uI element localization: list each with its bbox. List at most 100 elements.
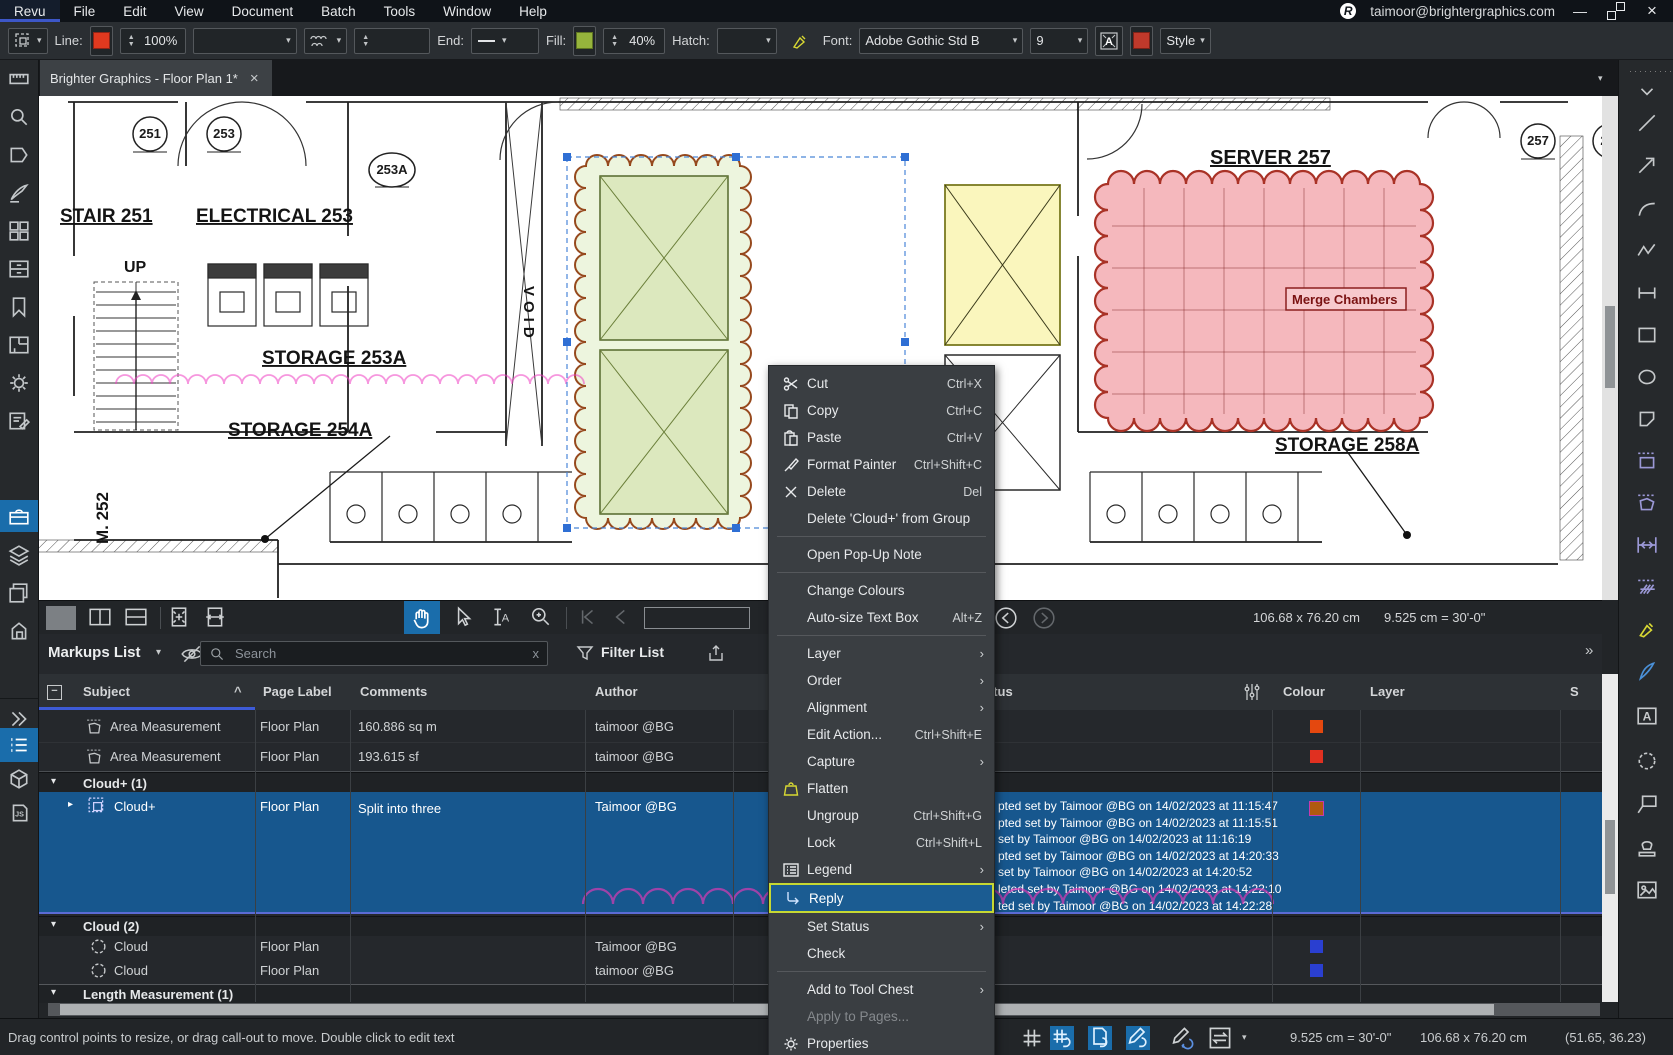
search-clear-icon[interactable]: x	[533, 646, 540, 661]
polyline-tool-icon[interactable]	[1636, 240, 1658, 262]
document-tab[interactable]: Brighter Graphics - Floor Plan 1* ×	[40, 60, 272, 96]
font-color-swatch[interactable]	[1130, 26, 1153, 56]
expand-panels-icon[interactable]	[8, 708, 30, 730]
search-panel-icon[interactable]	[8, 106, 30, 128]
split-horizontal-icon[interactable]	[124, 606, 150, 630]
menu-item-layer[interactable]: Layer›	[769, 640, 994, 667]
chevron-down-icon[interactable]: ▾	[1242, 1032, 1247, 1043]
menu-item-legend[interactable]: Legend›	[769, 856, 994, 883]
menu-item-cut[interactable]: CutCtrl+X	[769, 370, 994, 397]
thumbnails-panel-icon[interactable]	[8, 220, 30, 242]
menu-help[interactable]: Help	[505, 0, 561, 22]
split-vertical-icon[interactable]	[88, 606, 114, 630]
hatch-dropdown[interactable]: ▾	[717, 28, 777, 54]
3d-model-tree-panel-icon[interactable]	[8, 768, 30, 790]
menu-item-format-painter[interactable]: Format PainterCtrl+Shift+C	[769, 451, 994, 478]
menu-edit[interactable]: Edit	[109, 0, 160, 22]
column-layer[interactable]: Layer	[1370, 684, 1405, 699]
arc-tool-icon[interactable]	[1636, 198, 1658, 220]
measure-rectangle-tool-icon[interactable]	[1636, 450, 1658, 472]
measure-area-tool-icon[interactable]	[1636, 492, 1658, 514]
row-colour-swatch[interactable]	[1310, 720, 1323, 733]
menu-item-properties[interactable]: Properties	[769, 1030, 994, 1055]
menu-item-alignment[interactable]: Alignment›	[769, 694, 994, 721]
filter-list-button[interactable]: Filter List	[601, 644, 664, 660]
line-style-dropdown[interactable]: ▾	[193, 28, 297, 54]
table-vertical-scrollbar[interactable]	[1602, 674, 1618, 1002]
zoom-tool-icon[interactable]	[530, 606, 556, 630]
tab-close-icon[interactable]: ×	[250, 70, 259, 87]
menu-batch[interactable]: Batch	[307, 0, 370, 22]
menu-document[interactable]: Document	[218, 0, 308, 22]
dimension-tool-icon[interactable]	[1636, 282, 1658, 304]
spacing-stepper[interactable]: ▲▼	[354, 28, 430, 54]
next-view-icon[interactable]	[1032, 606, 1058, 630]
page-view-button[interactable]	[46, 606, 76, 630]
panel-expand-chevrons[interactable]: »	[1585, 642, 1591, 659]
menu-tools[interactable]: Tools	[370, 0, 430, 22]
minimize-button[interactable]: —	[1569, 3, 1591, 19]
text-select-tool-icon[interactable]: A	[490, 606, 516, 630]
fill-opacity-value[interactable]: 40%	[625, 33, 659, 48]
pan-tool-icon[interactable]	[409, 606, 435, 630]
tool-chest-panel-icon[interactable]	[0, 500, 38, 532]
line-color-swatch[interactable]	[90, 26, 113, 56]
menu-file[interactable]: File	[60, 0, 110, 22]
column-subject[interactable]: Subject	[83, 684, 130, 699]
tab-list-chevron-icon[interactable]: ▾	[1598, 73, 1603, 84]
export-summary-icon[interactable]	[706, 643, 726, 663]
spaces-panel-icon[interactable]	[8, 334, 30, 356]
grid-toggle-icon[interactable]	[1020, 1026, 1044, 1050]
menu-item-check[interactable]: Check	[769, 940, 994, 967]
measure-length-tool-icon[interactable]	[1636, 534, 1658, 556]
highlighter-toggle[interactable]	[784, 28, 816, 54]
font-size-value[interactable]: 9	[1036, 33, 1072, 48]
account-email[interactable]: taimoor@brightergraphics.com	[1370, 4, 1555, 19]
line-tool-icon[interactable]	[1636, 112, 1658, 134]
search-input[interactable]	[233, 645, 525, 662]
previous-view-icon[interactable]	[994, 606, 1020, 630]
line-opacity-stepper[interactable]: ▲▼ 100%	[120, 28, 186, 54]
studio-panel-icon[interactable]	[8, 620, 30, 642]
menu-item-open-popup-note[interactable]: Open Pop-Up Note	[769, 541, 994, 568]
menu-item-change-colours[interactable]: Change Colours	[769, 577, 994, 604]
previous-page-icon[interactable]	[610, 606, 636, 630]
ellipse-tool-icon[interactable]	[1636, 366, 1658, 388]
menu-item-reply[interactable]: Reply	[769, 883, 994, 913]
file-access-panel-icon[interactable]	[8, 258, 30, 280]
menu-item-flatten[interactable]: Flatten	[769, 775, 994, 802]
group-collapse-caret[interactable]: ▾	[51, 919, 56, 930]
menu-item-set-status[interactable]: Set Status›	[769, 913, 994, 940]
polygon-tool-icon[interactable]	[1636, 408, 1658, 430]
fit-page-icon[interactable]	[168, 606, 194, 630]
toolbar-drag-handle[interactable]: ··········	[1629, 66, 1673, 76]
row-colour-swatch[interactable]	[1310, 964, 1323, 977]
fit-width-icon[interactable]	[204, 606, 230, 630]
settings-panel-icon[interactable]	[8, 372, 30, 394]
sync-views-icon[interactable]	[1170, 1026, 1194, 1050]
markup-summary-panel-icon[interactable]	[8, 410, 30, 432]
filter-icon[interactable]	[575, 643, 595, 663]
group-collapse-caret[interactable]: ▾	[51, 987, 56, 998]
menu-item-capture[interactable]: Capture›	[769, 748, 994, 775]
select-tool-icon[interactable]	[452, 606, 478, 630]
font-name-value[interactable]: Adobe Gothic Std B	[865, 33, 1007, 48]
fill-opacity-stepper[interactable]: ▲▼ 40%	[603, 28, 665, 54]
merge-chambers-label[interactable]: Merge Chambers	[1292, 292, 1397, 307]
menu-item-edit-action[interactable]: Edit Action...Ctrl+Shift+E	[769, 721, 994, 748]
snap-to-grid-icon[interactable]	[1050, 1026, 1074, 1050]
canvas-vertical-scrollbar[interactable]	[1602, 96, 1618, 600]
column-space[interactable]: S	[1570, 684, 1579, 699]
menu-view[interactable]: View	[161, 0, 218, 22]
markups-list-panel-icon[interactable]	[0, 728, 38, 762]
highlight-tool-icon[interactable]	[1636, 618, 1658, 640]
snap-to-content-icon[interactable]	[1088, 1026, 1112, 1050]
column-page-label[interactable]: Page Label	[263, 684, 332, 699]
markups-list-title[interactable]: Markups List	[48, 644, 141, 661]
snap-to-markup-icon[interactable]	[1126, 1026, 1150, 1050]
collapse-all-icon[interactable]: −	[47, 685, 62, 700]
column-comments[interactable]: Comments	[360, 684, 427, 699]
column-settings-icon[interactable]	[1243, 682, 1261, 702]
page-number-field[interactable]	[644, 607, 750, 629]
selection-tool-dropdown[interactable]: ▾	[8, 28, 48, 54]
